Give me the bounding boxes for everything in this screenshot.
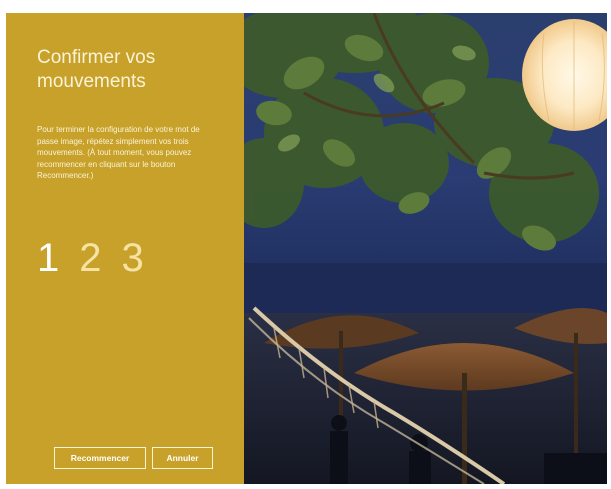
restart-button[interactable]: Recommencer <box>54 447 146 469</box>
instructions-text: Pour terminer la configuration de votre … <box>37 125 200 181</box>
gesture-progress: 1 2 3 <box>37 235 144 281</box>
gesture-canvas-picture[interactable] <box>244 13 607 484</box>
page-title: Confirmer vos mouvements <box>37 47 156 92</box>
picture-password-screen: Confirmer vos mouvements Pour terminer l… <box>6 13 607 484</box>
instruction-panel: Confirmer vos mouvements Pour terminer l… <box>6 13 244 484</box>
beach-night-photo <box>244 13 607 484</box>
gesture-step-3: 3 <box>121 236 144 280</box>
cancel-button[interactable]: Annuler <box>152 447 213 469</box>
gesture-step-1: 1 <box>37 236 60 280</box>
gesture-step-2: 2 <box>79 236 102 280</box>
